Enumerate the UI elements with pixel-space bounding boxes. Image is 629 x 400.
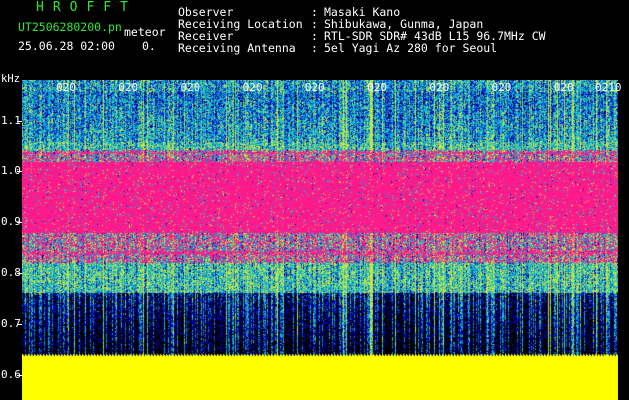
x-tick-label: 020: [304, 81, 325, 94]
file-name: UT2506280200.pn: [18, 20, 122, 34]
x-tick-label: 020: [118, 81, 139, 94]
x-tick-label: 020: [242, 81, 263, 94]
y-tick-mark: [17, 171, 22, 173]
antenna-label: Receiving Antenna: [178, 41, 296, 55]
y-tick-mark: [17, 120, 22, 122]
x-tick-label: 0210: [595, 81, 622, 94]
x-tick-label: 020: [367, 81, 387, 94]
meteor-count: 0.: [142, 39, 156, 53]
date-time: 25.06.28 02:00: [18, 39, 115, 53]
app-title: HROFFT: [36, 0, 137, 15]
x-tick-label: 020: [553, 81, 574, 94]
x-tick-label: 020: [491, 81, 512, 94]
y-tick-mark: [17, 323, 22, 325]
y-axis-unit: kHz: [1, 73, 20, 85]
y-tick-mark: [17, 222, 22, 224]
x-tick-label: 020: [56, 81, 76, 94]
meteor-label: meteor: [124, 25, 166, 39]
x-tick-label: 020: [180, 81, 201, 94]
antenna-value: 5el Yagi Az 280 for Seoul: [324, 41, 498, 55]
spectrogram-canvas: [22, 80, 618, 400]
colon: :: [311, 41, 318, 55]
x-tick-label: 020: [429, 81, 450, 94]
y-tick-mark: [17, 273, 22, 275]
y-tick-mark: [17, 374, 22, 376]
